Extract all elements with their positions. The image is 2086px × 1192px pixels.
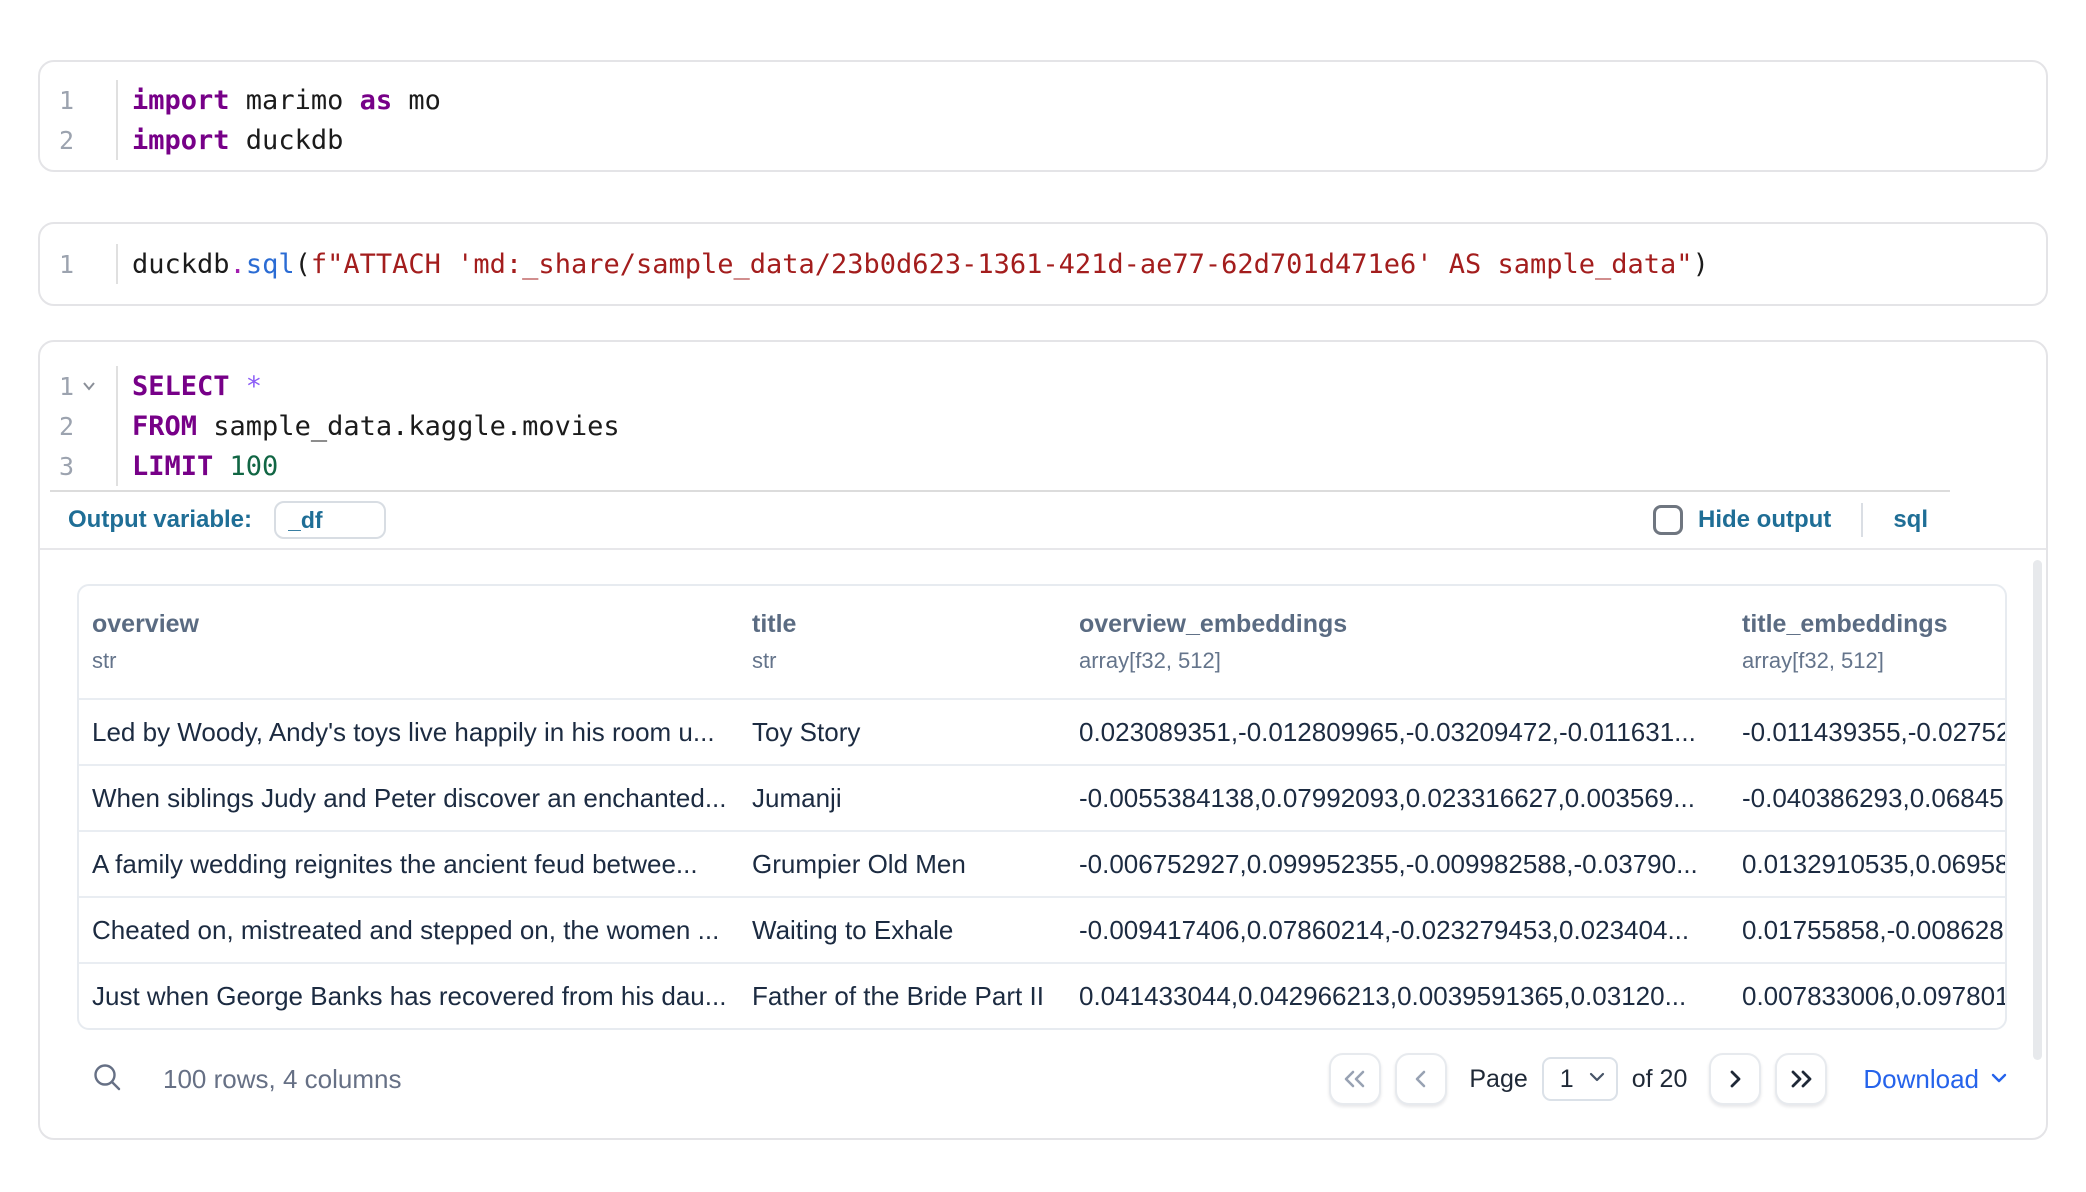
table-footer: 100 rows, 4 columns Page 1 xyxy=(77,1030,2009,1136)
line-number: 2 xyxy=(40,412,74,441)
hide-output-checkbox[interactable] xyxy=(1653,505,1683,535)
output-scrollbar[interactable] xyxy=(2033,560,2042,1060)
code-editor[interactable]: 1 duckdb.sql(f"ATTACH 'md:_share/sample_… xyxy=(40,224,2046,284)
column-header-overview[interactable]: overview str xyxy=(79,586,739,698)
output-variable-input[interactable] xyxy=(274,501,386,539)
previous-page-button[interactable] xyxy=(1395,1053,1447,1105)
line-number: 1 xyxy=(40,372,74,401)
table-header-row: overview str title str overview_embeddin… xyxy=(79,586,2005,698)
line-number: 2 xyxy=(40,126,74,155)
cell-overview-embeddings: -0.009417406,0.07860214,-0.023279453,0.0… xyxy=(1066,915,1729,946)
code-line[interactable]: SELECT * xyxy=(132,366,2046,406)
cell-title-embeddings: 0.0132910535,0.06958 xyxy=(1729,849,2005,880)
cell-overview: When siblings Judy and Peter discover an… xyxy=(79,783,739,814)
download-button[interactable]: Download xyxy=(1863,1064,2009,1095)
code-line[interactable]: FROM sample_data.kaggle.movies xyxy=(132,406,2046,446)
cell-output: overview str title str overview_embeddin… xyxy=(40,550,2046,1136)
language-toggle-sql[interactable]: sql xyxy=(1893,506,1928,534)
footer-divider xyxy=(1861,503,1863,537)
code-cell-imports: 1 2 import marimo as mo import duckdb xyxy=(38,60,2048,172)
cell-overview-embeddings: 0.041433044,0.042966213,0.0039591365,0.0… xyxy=(1066,981,1729,1012)
cell-overview-embeddings: -0.006752927,0.099952355,-0.009982588,-0… xyxy=(1066,849,1729,880)
line-number-gutter: 1 2 3 xyxy=(40,366,116,486)
line-number: 3 xyxy=(40,452,74,481)
row-count-status: 100 rows, 4 columns xyxy=(163,1064,401,1095)
table-row[interactable]: When siblings Judy and Peter discover an… xyxy=(79,764,2005,830)
next-page-button[interactable] xyxy=(1709,1053,1761,1105)
code-line[interactable]: import marimo as mo xyxy=(132,80,2046,120)
cell-title-embeddings: 0.007833006,0.097801 xyxy=(1729,981,2005,1012)
code-line[interactable]: import duckdb xyxy=(132,120,2046,160)
code-line[interactable]: duckdb.sql(f"ATTACH 'md:_share/sample_da… xyxy=(132,244,2046,284)
page-total-label: of 20 xyxy=(1632,1065,1688,1094)
cell-title: Waiting to Exhale xyxy=(739,915,1066,946)
cell-footer-bar: Output variable: Hide output sql xyxy=(40,492,2046,550)
cell-overview-embeddings: 0.023089351,-0.012809965,-0.03209472,-0.… xyxy=(1066,717,1729,748)
sql-cell: 1 2 3 SELECT * FROM sample_data.kaggle.m… xyxy=(38,340,2048,1140)
chevron-down-icon xyxy=(1989,1064,2009,1095)
fold-chevron-icon[interactable] xyxy=(74,378,104,394)
column-header-title[interactable]: title str xyxy=(739,586,1066,698)
table-row[interactable]: Cheated on, mistreated and stepped on, t… xyxy=(79,896,2005,962)
line-number-gutter: 1 2 xyxy=(40,80,116,160)
cell-title: Grumpier Old Men xyxy=(739,849,1066,880)
cell-title: Toy Story xyxy=(739,717,1066,748)
cell-overview: Cheated on, mistreated and stepped on, t… xyxy=(79,915,739,946)
table-row[interactable]: Led by Woody, Andy's toys live happily i… xyxy=(79,698,2005,764)
cell-title-embeddings: -0.011439355,-0.02752 xyxy=(1729,717,2005,748)
cell-overview: Led by Woody, Andy's toys live happily i… xyxy=(79,717,739,748)
search-icon[interactable] xyxy=(91,1061,123,1098)
page-select-value: 1 xyxy=(1560,1065,1588,1094)
cell-title: Jumanji xyxy=(739,783,1066,814)
table-row[interactable]: Just when George Banks has recovered fro… xyxy=(79,962,2005,1028)
dataframe-table: overview str title str overview_embeddin… xyxy=(77,584,2007,1030)
column-header-title-embeddings[interactable]: title_embeddings array[f32, 512] xyxy=(1729,586,2005,698)
line-number: 1 xyxy=(40,250,74,279)
code-editor[interactable]: 1 2 3 SELECT * FROM sample_data.kaggle.m… xyxy=(40,342,2046,486)
column-header-overview-embeddings[interactable]: overview_embeddings array[f32, 512] xyxy=(1066,586,1729,698)
first-page-button[interactable] xyxy=(1329,1053,1381,1105)
code-cell-attach: 1 duckdb.sql(f"ATTACH 'md:_share/sample_… xyxy=(38,222,2048,306)
cell-overview: Just when George Banks has recovered fro… xyxy=(79,981,739,1012)
hide-output-label[interactable]: Hide output xyxy=(1698,506,1831,534)
page-select[interactable]: 1 xyxy=(1542,1057,1618,1101)
cell-title: Father of the Bride Part II xyxy=(739,981,1066,1012)
line-number: 1 xyxy=(40,86,74,115)
cell-title-embeddings: 0.01755858,-0.0086286 xyxy=(1729,915,2005,946)
marimo-notebook: 1 2 import marimo as mo import duckdb 1 … xyxy=(0,0,2086,1192)
cell-title-embeddings: -0.040386293,0.06845 xyxy=(1729,783,2005,814)
code-editor[interactable]: 1 2 import marimo as mo import duckdb xyxy=(40,62,2046,160)
last-page-button[interactable] xyxy=(1775,1053,1827,1105)
page-label: Page xyxy=(1469,1065,1527,1094)
table-row[interactable]: A family wedding reignites the ancient f… xyxy=(79,830,2005,896)
cell-overview-embeddings: -0.0055384138,0.07992093,0.023316627,0.0… xyxy=(1066,783,1729,814)
output-variable-label: Output variable: xyxy=(68,506,252,534)
line-number-gutter: 1 xyxy=(40,244,116,284)
pagination: Page 1 of 20 Download xyxy=(1329,1053,2009,1105)
cell-overview: A family wedding reignites the ancient f… xyxy=(79,849,739,880)
code-line[interactable]: LIMIT 100 xyxy=(132,446,2046,486)
chevron-down-icon xyxy=(1588,1068,1606,1091)
